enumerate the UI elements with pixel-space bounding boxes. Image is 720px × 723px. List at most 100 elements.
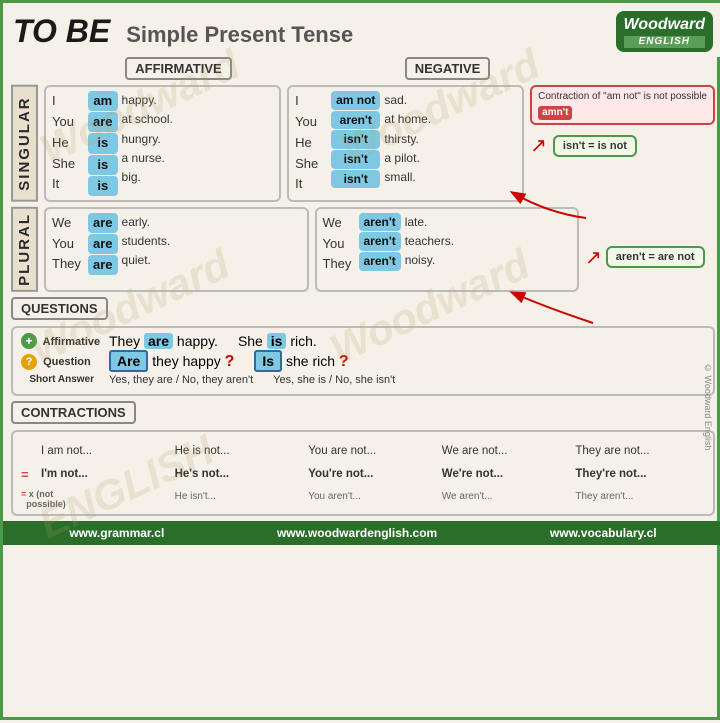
neg-verb-isnt-1: isn't	[331, 130, 380, 149]
q-sa-ex2: Yes, she is / No, she isn't	[273, 374, 395, 386]
footer-link-3[interactable]: www.vocabulary.cl	[550, 526, 657, 540]
singular-aff-verbs: am are is is is	[88, 91, 118, 196]
verb-is-2: is	[88, 155, 118, 175]
verb-are: are	[88, 112, 118, 132]
plural-neg-verbs: aren't aren't aren't	[359, 213, 401, 275]
verb-is-3: is	[88, 176, 118, 196]
is-highlight-1: is	[267, 333, 287, 349]
plural-neg-rows: WeYouThey aren't aren't aren't late.teac…	[323, 213, 572, 275]
contractions-section: I am not... He is not... You are not... …	[11, 430, 715, 517]
singular-aff-rows: IYouHeSheIt am are is is is happy.at sch…	[52, 91, 273, 196]
page-title: TO BE	[13, 13, 110, 50]
neg-verb-arent: aren't	[331, 111, 380, 130]
q-icon: ?	[21, 354, 37, 370]
eq-symbol-1: =	[21, 464, 37, 485]
singular-neg-rows: IYouHeSheIt am not aren't isn't isn't is…	[295, 91, 516, 195]
singular-affirmative: IYouHeSheIt am are is is is happy.at sch…	[44, 85, 281, 202]
plural-neg-pronouns: WeYouThey	[323, 213, 355, 275]
q-affirmative-label: + Affirmative	[21, 333, 101, 349]
q-aff-ex1: They are happy.	[109, 333, 218, 349]
q-q-ex2: Is she rich ?	[254, 353, 348, 371]
neg-verb-isnt-3: isn't	[331, 170, 380, 189]
singular-content: IYouHeSheIt am are is is is happy.at sch…	[44, 85, 524, 202]
q-short-answer-examples: Yes, they are / No, they aren't Yes, she…	[109, 374, 705, 386]
singular-callouts: Contraction of "am not" is not possible …	[530, 85, 715, 202]
plural-callouts: ↗ aren't = are not	[585, 207, 715, 292]
questions-section: + Affirmative They are happy. She is ric…	[11, 326, 715, 396]
cont-theyre-not: They're not...	[575, 464, 705, 485]
cont-im-not: I'm not...	[41, 464, 171, 485]
cont-youarenot: You aren't...	[308, 487, 438, 509]
cont-wearenot: We aren't...	[442, 487, 572, 509]
affirmative-header: AFFIRMATIVE	[125, 57, 231, 80]
singular-label: SINGULAR	[11, 85, 38, 202]
are-highlight-q: Are	[109, 350, 148, 372]
plural-neg-arent-3: aren't	[359, 252, 401, 271]
negative-header: NEGATIVE	[405, 57, 491, 80]
neg-verb-isnt-2: isn't	[331, 150, 380, 169]
are-highlight-1: are	[144, 333, 173, 349]
plural-negative: WeYouThey aren't aren't aren't late.teac…	[315, 207, 580, 292]
cont-were-not: We're not...	[442, 464, 572, 485]
q-question-examples: Are they happy ? Is she rich ?	[109, 353, 705, 371]
eq-symbol-2: = x (not possible)	[21, 487, 37, 509]
q-short-answer-row: Short Answer Yes, they are / No, they ar…	[21, 374, 705, 386]
footer-link-1[interactable]: www.grammar.cl	[69, 526, 164, 540]
plural-aff-pronouns: WeYouThey	[52, 213, 84, 275]
singular-neg-pronouns: IYouHeSheIt	[295, 91, 327, 195]
amn-callout: Contraction of "am not" is not possible …	[530, 85, 715, 125]
contractions-grid: I am not... He is not... You are not... …	[21, 441, 705, 510]
cont-theyare-not: They are not...	[575, 441, 705, 462]
plural-neg-arent-1: aren't	[359, 213, 401, 232]
cont-heis-not: He is not...	[175, 441, 305, 462]
footer: www.grammar.cl www.woodwardenglish.com w…	[3, 521, 720, 545]
plural-verb-are-2: are	[88, 234, 118, 254]
page-subtitle: Simple Present Tense	[126, 22, 353, 48]
singular-negative: IYouHeSheIt am not aren't isn't isn't is…	[287, 85, 524, 202]
q-q-ex1: Are they happy ?	[109, 353, 234, 371]
verb-is-1: is	[88, 133, 118, 153]
header: TO BE Simple Present Tense Woodward ENGL…	[3, 3, 720, 57]
cont-empty	[41, 487, 171, 509]
footer-link-2[interactable]: www.woodwardenglish.com	[277, 526, 437, 540]
copyright: © Woodward English	[703, 363, 713, 450]
questions-header: QUESTIONS	[11, 297, 108, 320]
cont-iam-not: I am not...	[41, 441, 171, 462]
arent-equals: aren't = are not	[606, 246, 705, 268]
q-question-label: ? Question	[21, 354, 101, 370]
singular-section: SINGULAR IYouHeSheIt am are is is is	[11, 85, 715, 202]
singular-aff-pronouns: IYouHeSheIt	[52, 91, 84, 196]
plural-section: PLURAL WeYouThey are are are	[11, 207, 715, 292]
contractions-header: CONTRACTIONS	[11, 401, 136, 424]
cont-hes-not: He's not...	[175, 464, 305, 485]
amnt-badge: amn't	[538, 106, 572, 120]
plural-aff-sentences: early.students.quiet.	[122, 213, 171, 275]
plural-affirmative: WeYouThey are are are early.students.qui…	[44, 207, 309, 292]
cont-youre-not: You're not...	[308, 464, 438, 485]
q-sa-ex1: Yes, they are / No, they aren't	[109, 374, 253, 386]
plural-verb-are-3: are	[88, 255, 118, 275]
cont-youare-not: You are not...	[308, 441, 438, 462]
is-highlight-q: Is	[254, 350, 282, 372]
singular-neg-verbs: am not aren't isn't isn't isn't	[331, 91, 380, 195]
plural-content: WeYouThey are are are early.students.qui…	[44, 207, 579, 292]
singular-aff-sentences: happy.at school.hungry.a nurse.big.	[122, 91, 173, 196]
cont-heisnot: He isn't...	[175, 487, 305, 509]
plural-neg-sentences: late.teachers.noisy.	[405, 213, 454, 275]
main-content: AFFIRMATIVE NEGATIVE SINGULAR IYouHeSheI…	[3, 57, 720, 516]
q-aff-ex2: She is rich.	[238, 333, 317, 349]
plural-neg-arent-2: aren't	[359, 232, 401, 251]
plural-label: PLURAL	[11, 207, 38, 292]
plus-icon: +	[21, 333, 37, 349]
verb-am: am	[88, 91, 118, 111]
cont-weare-not: We are not...	[442, 441, 572, 462]
singular-neg-sentences: sad.at home.thirsty.a pilot.small.	[384, 91, 431, 195]
q-affirmative-examples: They are happy. She is rich.	[109, 333, 705, 349]
eq-empty-1	[21, 441, 37, 462]
plural-verb-are-1: are	[88, 213, 118, 233]
plural-aff-verbs: are are are	[88, 213, 118, 275]
plural-aff-rows: WeYouThey are are are early.students.qui…	[52, 213, 301, 275]
cont-theyarenot: They aren't...	[575, 487, 705, 509]
q-short-answer-label: Short Answer	[21, 374, 101, 385]
isnt-equals: isn't = is not	[553, 135, 637, 157]
